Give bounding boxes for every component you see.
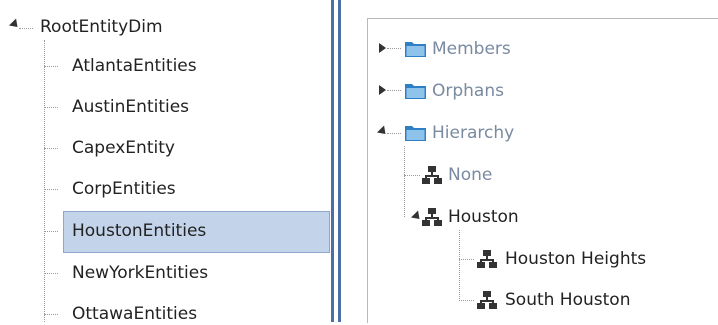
- collapse-arrow-icon[interactable]: [379, 85, 386, 95]
- hierarchy-icon: [477, 250, 497, 268]
- tree-node-houston-heights[interactable]: Houston Heights: [505, 248, 646, 270]
- tree-node-hierarchy[interactable]: Hierarchy: [432, 122, 514, 144]
- tree-item-capex[interactable]: CapexEntity: [72, 137, 175, 159]
- pane-splitter-left[interactable]: [331, 0, 334, 322]
- tree-item-houston[interactable]: HoustonEntities: [72, 220, 206, 242]
- hierarchy-tree-pane: [367, 18, 718, 323]
- tree-item-austin[interactable]: AustinEntities: [72, 96, 189, 118]
- folder-icon: [405, 126, 426, 141]
- tree-item-corp[interactable]: CorpEntities: [72, 178, 176, 200]
- tree-item-newyork[interactable]: NewYorkEntities: [72, 262, 208, 284]
- tree-node-south-houston[interactable]: South Houston: [505, 289, 630, 311]
- hierarchy-icon: [422, 208, 442, 226]
- folder-icon: [405, 42, 426, 57]
- tree-node-houston[interactable]: Houston: [448, 206, 519, 228]
- tree-root-label[interactable]: RootEntityDim: [40, 16, 163, 38]
- tree-item-atlanta[interactable]: AtlantaEntities: [72, 55, 197, 77]
- hierarchy-icon: [422, 166, 442, 184]
- tree-node-none[interactable]: None: [448, 164, 492, 186]
- folder-icon: [405, 84, 426, 99]
- collapse-arrow-icon[interactable]: [379, 43, 386, 53]
- hierarchy-icon: [477, 291, 497, 309]
- tree-node-orphans[interactable]: Orphans: [432, 80, 504, 102]
- pane-splitter-right[interactable]: [338, 0, 341, 322]
- tree-node-members[interactable]: Members: [432, 38, 511, 60]
